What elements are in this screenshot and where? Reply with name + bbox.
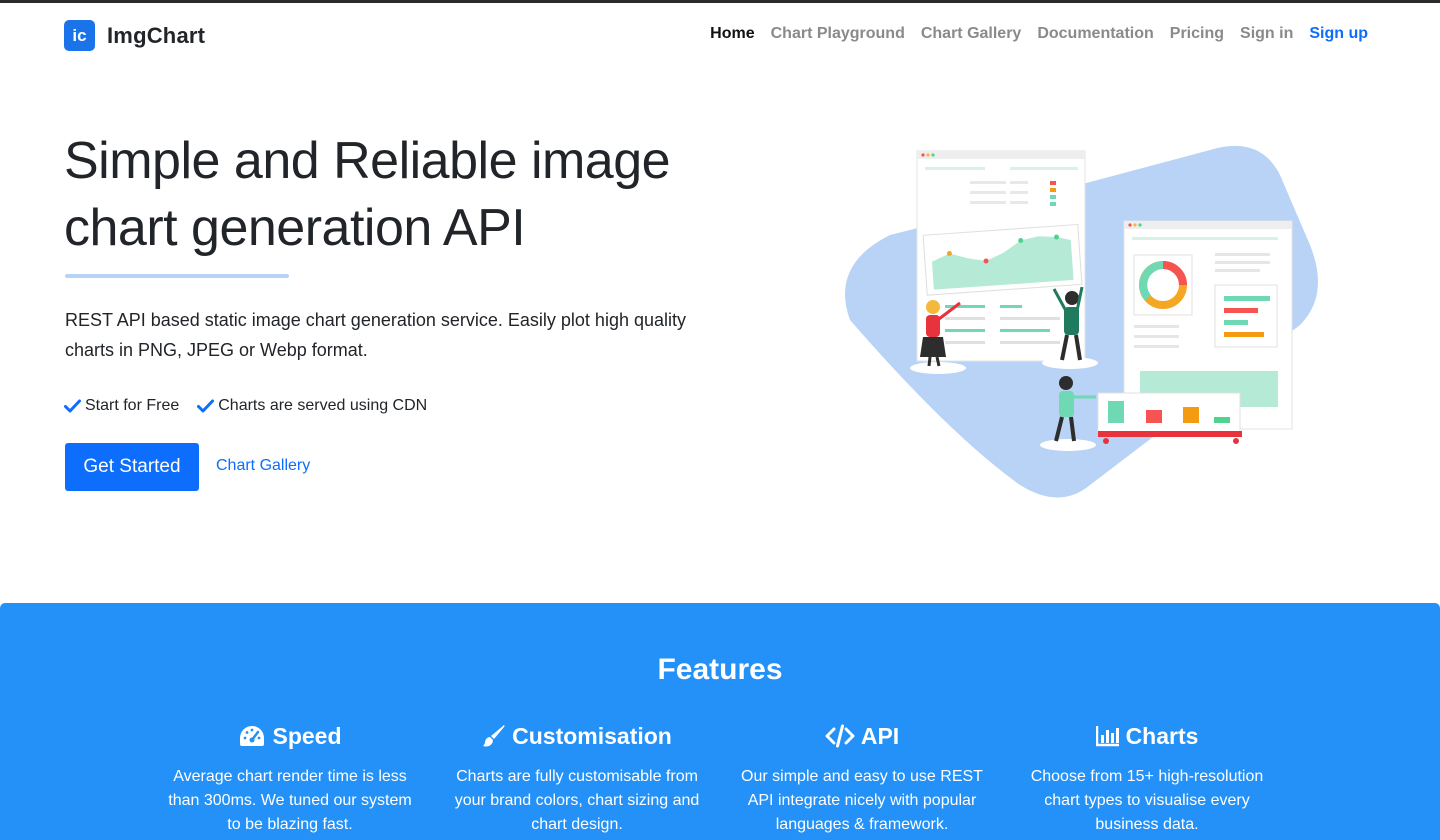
- nav-chart-playground[interactable]: Chart Playground: [771, 25, 905, 43]
- code-icon: [825, 724, 855, 748]
- feature-text: Charts are fully customisable from your …: [454, 768, 700, 833]
- paintbrush-icon: [483, 725, 505, 747]
- check-start-free: Start for Free: [64, 397, 179, 415]
- feature-text: Choose from 15+ high-resolution chart ty…: [1030, 768, 1264, 833]
- nav-chart-gallery[interactable]: Chart Gallery: [921, 25, 1021, 43]
- feature-customisation: Customisation Charts are fully customisa…: [447, 721, 707, 837]
- feature-heading: Speed: [160, 721, 420, 751]
- nav-sign-up[interactable]: Sign up: [1309, 25, 1368, 43]
- feature-api: API Our simple and easy to use REST API …: [732, 721, 992, 837]
- nav-pricing[interactable]: Pricing: [1170, 25, 1224, 43]
- feature-title: Speed: [272, 722, 342, 749]
- hero-illustration: [845, 145, 1318, 498]
- feature-text: Our simple and easy to use REST API inte…: [741, 768, 983, 833]
- brand[interactable]: ic ImgChart: [64, 20, 205, 51]
- feature-heading: API: [732, 721, 992, 751]
- feature-text: Average chart render time is less than 3…: [168, 768, 412, 833]
- feature-charts: Charts Choose from 15+ high-resolution c…: [1017, 721, 1277, 837]
- nav-links: Home Chart Playground Chart Gallery Docu…: [694, 25, 1368, 43]
- brand-name[interactable]: ImgChart: [107, 23, 205, 49]
- feature-title: API: [860, 722, 900, 749]
- feature-heading: Charts: [1017, 721, 1277, 751]
- check-icon: [197, 399, 215, 413]
- feature-title: Charts: [1125, 722, 1199, 749]
- top-navbar: ic ImgChart Home Chart Playground Chart …: [0, 3, 1440, 67]
- hero-title-underline: [65, 274, 289, 278]
- check-cdn: Charts are served using CDN: [197, 397, 427, 415]
- nav-home[interactable]: Home: [710, 25, 754, 43]
- hero-title-line-2: chart generation API: [64, 199, 526, 257]
- bar-chart-icon: [1095, 726, 1119, 747]
- hero-title-line-1: Simple and Reliable image: [64, 132, 671, 190]
- features-title: Features: [657, 653, 783, 686]
- check-label: Charts are served using CDN: [218, 397, 428, 414]
- hero-description: REST API based static image chart genera…: [65, 310, 686, 360]
- area-chart-card: [922, 223, 1083, 296]
- hero-title: Simple and Reliable image chart generati…: [64, 128, 764, 262]
- nav-sign-in[interactable]: Sign in: [1240, 25, 1293, 43]
- speedometer-icon: [240, 726, 265, 746]
- brand-logo[interactable]: ic: [64, 20, 95, 51]
- feature-heading: Customisation: [447, 721, 707, 751]
- nav-documentation[interactable]: Documentation: [1037, 25, 1153, 43]
- feature-title: Customisation: [512, 722, 672, 749]
- hero-checklist: Start for Free Charts are served using C…: [64, 397, 445, 415]
- feature-speed: Speed Average chart render time is less …: [160, 721, 420, 837]
- chart-gallery-link[interactable]: Chart Gallery: [216, 457, 310, 475]
- get-started-button[interactable]: Get Started: [65, 443, 199, 491]
- check-icon: [64, 399, 81, 413]
- check-label: Start for Free: [85, 397, 180, 414]
- features-section: Features Speed Average chart render time…: [0, 603, 1440, 840]
